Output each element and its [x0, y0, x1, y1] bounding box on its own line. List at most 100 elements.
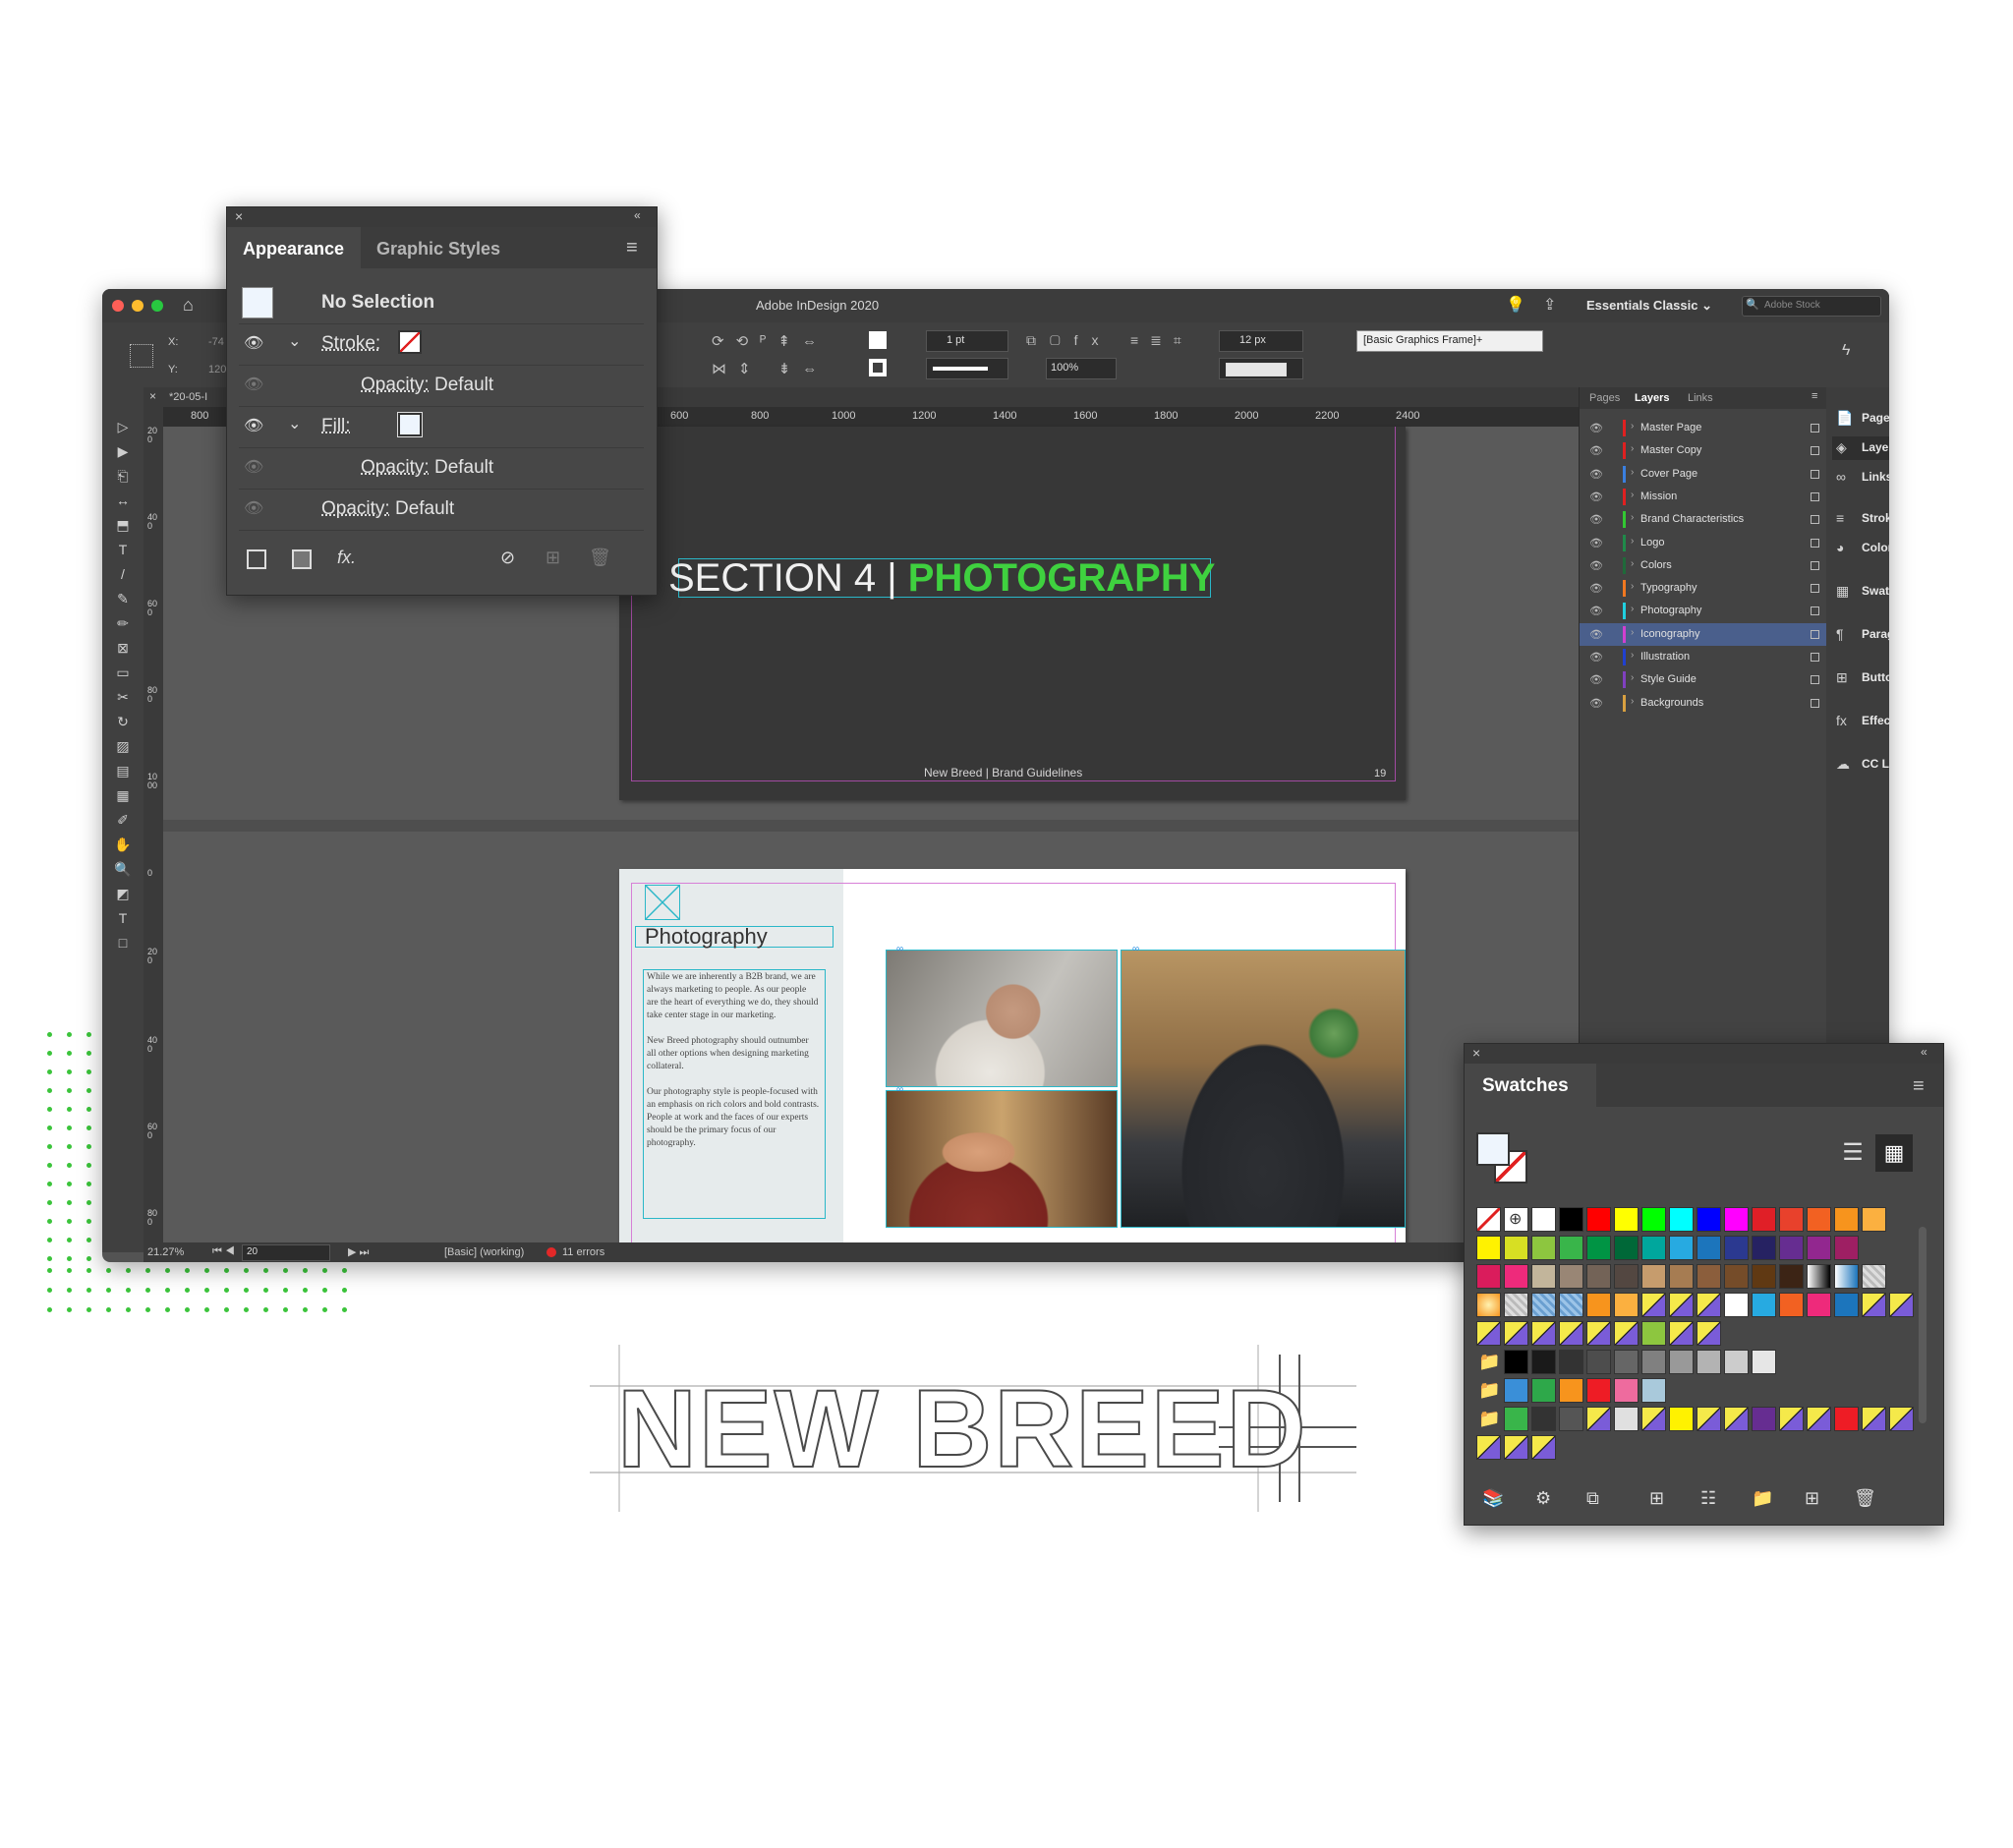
swatch[interactable]: [1669, 1293, 1694, 1317]
swatch[interactable]: [1504, 1378, 1528, 1403]
swatch[interactable]: [1752, 1293, 1776, 1317]
fx-icon[interactable]: fx.: [337, 548, 356, 568]
selection-tool-icon[interactable]: ▷: [113, 417, 133, 436]
chevron-right-icon[interactable]: ›: [1631, 581, 1634, 592]
dock-item-links[interactable]: ∞ Links: [1832, 466, 1889, 490]
close-window-button[interactable]: [112, 300, 124, 312]
fill-label[interactable]: Fill:: [321, 416, 351, 437]
swatch[interactable]: [1834, 1407, 1859, 1431]
swatch[interactable]: [1614, 1321, 1639, 1346]
swatch[interactable]: [1614, 1264, 1639, 1289]
eye-icon[interactable]: 👁: [244, 416, 263, 435]
opacity-label[interactable]: Opacity:: [361, 375, 430, 395]
swatch[interactable]: [1779, 1264, 1804, 1289]
document-tab[interactable]: *20-05-I: [169, 391, 207, 403]
fill-stroke-icon[interactable]: ◩: [113, 884, 133, 903]
eye-icon[interactable]: 👁: [1589, 697, 1603, 710]
layer-row[interactable]: 👁 › Logo: [1580, 532, 1827, 554]
eye-icon[interactable]: 👁: [1589, 651, 1603, 664]
layer-target-icon[interactable]: [1811, 491, 1819, 501]
swatch[interactable]: [1889, 1293, 1914, 1317]
swatch[interactable]: [1697, 1350, 1721, 1374]
lightning-icon[interactable]: ϟ: [1842, 342, 1850, 360]
chevron-right-icon[interactable]: ›: [1631, 512, 1634, 523]
layer-row[interactable]: 👁 › Iconography: [1580, 622, 1827, 646]
chevron-right-icon[interactable]: ›: [1631, 650, 1634, 661]
lightbulb-icon[interactable]: 💡: [1506, 295, 1525, 315]
layer-target-icon[interactable]: [1811, 675, 1819, 685]
layer-target-icon[interactable]: [1811, 584, 1819, 594]
show-kinds-icon[interactable]: ⚙: [1535, 1488, 1551, 1509]
swatch[interactable]: [1531, 1207, 1556, 1232]
swatch[interactable]: [1531, 1407, 1556, 1431]
clear-appearance-icon[interactable]: ⊘: [500, 548, 515, 568]
swatch[interactable]: [1641, 1236, 1666, 1260]
swatch[interactable]: [1586, 1264, 1611, 1289]
stroke-swatch[interactable]: [869, 359, 887, 376]
layer-row[interactable]: 👁 › Brand Characteristics: [1580, 508, 1827, 531]
stroke-none-swatch[interactable]: [398, 330, 422, 354]
trash-icon[interactable]: 🗑: [1854, 1488, 1876, 1509]
swatch[interactable]: [1559, 1350, 1583, 1374]
dock-item-stroke[interactable]: ≡ Stroke: [1832, 507, 1889, 531]
opacity-label[interactable]: Opacity:: [361, 457, 430, 478]
swatch[interactable]: [1559, 1264, 1583, 1289]
layer-target-icon[interactable]: [1811, 653, 1819, 662]
zoom-level[interactable]: 21.27%: [147, 1246, 184, 1258]
tab-appearance[interactable]: Appearance: [227, 227, 361, 268]
swatch[interactable]: [1862, 1293, 1886, 1317]
layer-row[interactable]: 👁 › Master Page: [1580, 417, 1827, 439]
close-tab-icon[interactable]: ×: [149, 389, 156, 403]
dock-item-paragraph[interactable]: ¶ Paragraph ...: [1832, 623, 1889, 647]
eye-icon[interactable]: 👁: [1589, 673, 1603, 686]
swatch[interactable]: [1504, 1321, 1528, 1346]
layer-row[interactable]: 👁 › Master Copy: [1580, 439, 1827, 462]
zoom-tool-icon[interactable]: 🔍: [113, 859, 133, 879]
tab-graphic-styles[interactable]: Graphic Styles: [376, 239, 500, 260]
fill-proxy[interactable]: [1476, 1132, 1510, 1166]
dock-item-effects[interactable]: fx Effects: [1832, 710, 1889, 733]
stroke-label[interactable]: Stroke:: [321, 333, 380, 355]
note-tool-icon[interactable]: ✐: [113, 810, 133, 830]
dock-item-pages[interactable]: 📄 Pages: [1832, 407, 1889, 431]
eye-icon[interactable]: 👁: [1589, 444, 1603, 457]
layer-target-icon[interactable]: [1811, 698, 1819, 708]
x-value[interactable]: -74: [208, 336, 224, 348]
object-style-dropdown[interactable]: [Basic Graphics Frame]+: [1356, 330, 1543, 352]
layer-row[interactable]: 👁 › Photography: [1580, 600, 1827, 622]
chevron-right-icon[interactable]: ›: [1631, 696, 1634, 707]
new-swatch-icon[interactable]: ⊞: [1805, 1488, 1819, 1509]
swatch[interactable]: [1697, 1407, 1721, 1431]
close-panel-icon[interactable]: ×: [1472, 1045, 1480, 1061]
layer-row[interactable]: 👁 › Typography: [1580, 577, 1827, 600]
swatch[interactable]: [1807, 1264, 1831, 1289]
home-icon[interactable]: ⌂: [183, 295, 194, 316]
swatch[interactable]: [1697, 1293, 1721, 1317]
swatch[interactable]: [1641, 1207, 1666, 1232]
add-fill-icon[interactable]: [292, 549, 312, 569]
eye-icon[interactable]: 👁: [1589, 605, 1603, 617]
type-tool-icon[interactable]: T: [113, 540, 133, 559]
eye-icon[interactable]: 👁: [244, 457, 263, 477]
swatch[interactable]: [1807, 1207, 1831, 1232]
swatch-group[interactable]: 📁: [1476, 1350, 1501, 1374]
eye-icon[interactable]: 👁: [1589, 537, 1603, 549]
tab-links[interactable]: Links: [1688, 392, 1713, 404]
page-tool-icon[interactable]: ⎗: [113, 466, 133, 486]
fill-swatch[interactable]: [869, 331, 887, 349]
object-opacity-row[interactable]: 👁 Opacity: Default: [239, 489, 644, 531]
reference-point-icon[interactable]: [130, 344, 153, 368]
grid-view-button[interactable]: ▦: [1875, 1134, 1913, 1172]
swatch[interactable]: [1504, 1264, 1528, 1289]
content-collector-icon[interactable]: ⬒: [113, 515, 133, 535]
layer-row[interactable]: 👁 › Illustration: [1580, 646, 1827, 668]
eye-icon[interactable]: 👁: [1589, 628, 1603, 641]
swatch[interactable]: [1641, 1378, 1666, 1403]
swatch[interactable]: [1531, 1378, 1556, 1403]
swatch[interactable]: [1476, 1321, 1501, 1346]
swatch[interactable]: [1641, 1293, 1666, 1317]
swatch[interactable]: [1641, 1321, 1666, 1346]
eye-icon[interactable]: 👁: [244, 375, 263, 394]
tab-layers[interactable]: Layers: [1635, 392, 1669, 404]
swatch[interactable]: [1586, 1207, 1611, 1232]
